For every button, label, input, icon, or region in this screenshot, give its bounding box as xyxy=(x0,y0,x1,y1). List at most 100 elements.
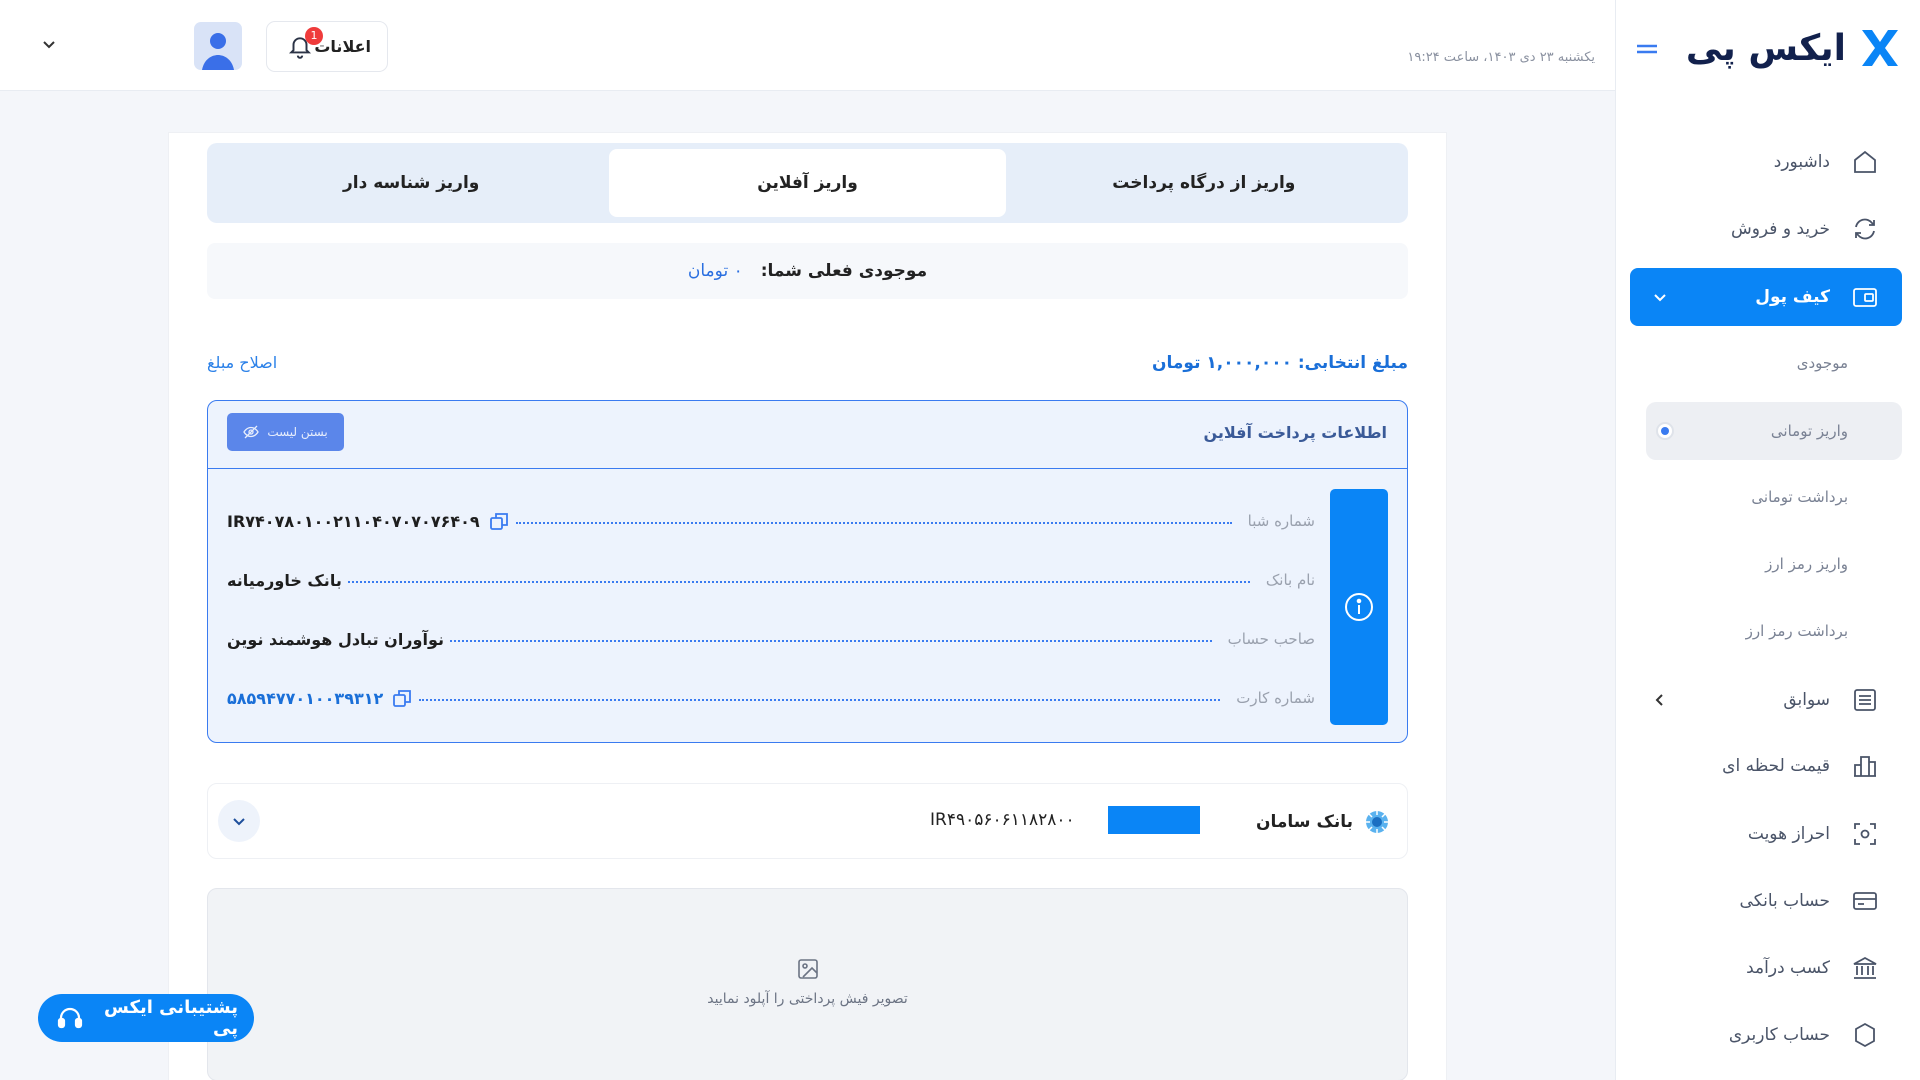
menu-toggle-icon[interactable] xyxy=(1634,38,1660,60)
chevron-down-icon xyxy=(231,813,247,829)
edit-amount-link[interactable]: اصلاح مبلغ xyxy=(207,353,277,372)
info-row-sheba: شماره شبا IR۷۴۰۷۸۰۱۰۰۲۱۱۰۴۰۷۰۷۰۷۶۴۰۹ xyxy=(227,506,1315,536)
sidebar-sub-label: واریز رمز ارز xyxy=(1765,555,1848,573)
sidebar-sub-balance[interactable]: موجودی xyxy=(1646,334,1902,392)
sidebar-item-user-account[interactable]: حساب کاربری xyxy=(1630,1007,1902,1063)
card-number-value: ۵۸۵۹۴۷۷۰۱۰۰۳۹۳۱۲ xyxy=(227,688,384,708)
info-row-card-number: شماره کارت ۵۸۵۹۴۷۷۰۱۰۰۳۹۳۱۲ xyxy=(227,683,1315,713)
sidebar-item-trade[interactable]: خرید و فروش xyxy=(1630,201,1902,257)
dotted-leader xyxy=(449,640,1212,642)
wallet-icon xyxy=(1850,282,1880,312)
close-list-label: بستن لیست xyxy=(267,425,328,439)
offline-payment-info: اطلاعات پرداخت آفلاین بستن لیست شماره شب… xyxy=(207,400,1408,743)
bank-name: بانک سامان xyxy=(1256,808,1391,836)
close-list-button[interactable]: بستن لیست xyxy=(227,413,344,451)
sidebar-item-live-price[interactable]: قیمت لحظه ای xyxy=(1630,738,1902,794)
face-scan-icon xyxy=(1850,819,1880,849)
offline-info-header: اطلاعات پرداخت آفلاین بستن لیست xyxy=(208,401,1407,469)
sidebar-sub-label: برداشت تومانی xyxy=(1751,488,1848,506)
chart-icon xyxy=(1850,751,1880,781)
bank-logo-icon xyxy=(1363,808,1391,836)
radio-indicator xyxy=(1656,422,1674,440)
upload-hint: تصویر فیش پرداختی را آپلود نمایید xyxy=(707,991,908,1007)
notifications-button[interactable]: اعلانات 1 xyxy=(266,21,388,72)
sidebar-sub-label: واریز تومانی xyxy=(1770,422,1848,440)
info-bar xyxy=(1330,489,1388,725)
sidebar-item-label: کسب درآمد xyxy=(1746,958,1830,978)
selected-amount: مبلغ انتخابی: ۱,۰۰۰,۰۰۰ تومان xyxy=(1152,353,1408,373)
sidebar-sub-crypto-deposit[interactable]: واریز رمز ارز xyxy=(1646,535,1902,593)
deposit-tabs: واریز از درگاه پرداخت واریز آفلاین واریز… xyxy=(207,143,1408,223)
dotted-leader xyxy=(347,581,1250,583)
chevron-down-icon xyxy=(1652,289,1668,305)
list-icon xyxy=(1850,685,1880,715)
info-key: شماره شبا xyxy=(1247,512,1315,530)
amount-row: مبلغ انتخابی: ۱,۰۰۰,۰۰۰ تومان اصلاح مبلغ xyxy=(207,353,1408,379)
tab-offline-deposit[interactable]: واریز آفلاین xyxy=(609,149,1006,217)
image-icon xyxy=(796,957,820,981)
copy-icon[interactable] xyxy=(488,510,510,532)
sidebar-item-label: حساب بانکی xyxy=(1739,891,1830,911)
current-balance: موجودی فعلی شما: ۰ تومان xyxy=(207,243,1408,299)
sidebar-item-kyc[interactable]: احراز هویت xyxy=(1630,806,1902,862)
sidebar-item-bank-account[interactable]: حساب بانکی xyxy=(1630,873,1902,929)
sidebar-item-earn[interactable]: کسب درآمد xyxy=(1630,940,1902,996)
refresh-icon xyxy=(1850,214,1880,244)
sidebar-sub-toman-withdraw[interactable]: برداشت تومانی xyxy=(1646,468,1902,526)
sidebar-item-dashboard[interactable]: داشبورد xyxy=(1630,134,1902,190)
sidebar-sub-crypto-withdraw[interactable]: برداشت رمز ارز xyxy=(1646,602,1902,660)
gear-icon xyxy=(1850,1020,1880,1050)
avatar[interactable] xyxy=(194,22,242,70)
bank-iban: IR۴۹۰۵۶۰۶۱۱۸۲۸۰۰ xyxy=(930,810,1075,830)
expand-button[interactable] xyxy=(218,800,260,842)
balance-value: ۰ تومان xyxy=(687,261,743,281)
chevron-left-icon xyxy=(1652,692,1668,708)
dotted-leader xyxy=(419,699,1221,701)
bank-icon xyxy=(1850,953,1880,983)
bank-selector[interactable]: بانک سامان IR۴۹۰۵۶۰۶۱۱۸۲۸۰۰ xyxy=(207,783,1408,859)
sidebar: ایکس پی داشبورد خرید و فروش کیف پول موجو… xyxy=(1615,0,1920,1080)
sidebar-item-label: قیمت لحظه ای xyxy=(1722,756,1830,776)
account-holder-value: نوآوران تبادل هوشمند نوین xyxy=(227,629,444,649)
brand-logo[interactable]: ایکس پی xyxy=(1686,26,1902,70)
date-time: یکشنبه ۲۳ دی ۱۴۰۳، ساعت ۱۹:۲۴ xyxy=(1407,50,1595,65)
eye-off-icon xyxy=(243,424,260,440)
sidebar-item-label: احراز هویت xyxy=(1747,824,1830,844)
dotted-leader xyxy=(515,522,1232,524)
redaction-mask xyxy=(1108,806,1200,834)
sidebar-item-label: حساب کاربری xyxy=(1728,1025,1830,1045)
headset-icon xyxy=(56,1004,84,1032)
tab-id-deposit[interactable]: واریز شناسه دار xyxy=(213,149,609,217)
sidebar-item-history[interactable]: سوابق xyxy=(1630,672,1902,728)
offline-info-title: اطلاعات پرداخت آفلاین xyxy=(1203,423,1388,442)
bank-name-label: بانک سامان xyxy=(1256,812,1353,832)
top-bar: یکشنبه ۲۳ دی ۱۴۰۳، ساعت ۱۹:۲۴ اعلانات 1 xyxy=(0,0,1615,91)
sidebar-item-wallet[interactable]: کیف پول xyxy=(1630,268,1902,326)
info-value: ۵۸۵۹۴۷۷۰۱۰۰۳۹۳۱۲ xyxy=(227,687,413,709)
receipt-upload-area[interactable]: تصویر فیش پرداختی را آپلود نمایید xyxy=(207,888,1408,1080)
home-icon xyxy=(1850,147,1880,177)
sidebar-item-label: داشبورد xyxy=(1773,152,1830,172)
copy-icon[interactable] xyxy=(391,687,413,709)
bank-name-value: بانک خاورمیانه xyxy=(227,570,342,590)
bell-icon: 1 xyxy=(287,26,323,61)
sheba-value: IR۷۴۰۷۸۰۱۰۰۲۱۱۰۴۰۷۰۷۰۷۶۴۰۹ xyxy=(227,511,480,531)
notifications-label: اعلانات xyxy=(314,37,371,56)
sidebar-item-label: خرید و فروش xyxy=(1730,219,1830,239)
info-key: شماره کارت xyxy=(1236,689,1315,707)
sidebar-sub-toman-deposit[interactable]: واریز تومانی xyxy=(1646,402,1902,460)
tab-gateway-deposit[interactable]: واریز از درگاه پرداخت xyxy=(1006,149,1402,217)
main-card: واریز از درگاه پرداخت واریز آفلاین واریز… xyxy=(168,132,1447,1080)
info-value: IR۷۴۰۷۸۰۱۰۰۲۱۱۰۴۰۷۰۷۰۷۶۴۰۹ xyxy=(227,510,510,532)
sidebar-sub-label: برداشت رمز ارز xyxy=(1745,622,1848,640)
info-key: نام بانک xyxy=(1265,571,1315,589)
balance-label: موجودی فعلی شما: xyxy=(760,261,928,281)
info-row-account-holder: صاحب حساب نوآوران تبادل هوشمند نوین xyxy=(227,624,1315,654)
info-key: صاحب حساب xyxy=(1227,630,1315,648)
info-icon xyxy=(1343,591,1375,623)
sidebar-item-label: سوابق xyxy=(1783,690,1830,710)
support-button[interactable]: پشتیبانی ایکس پی xyxy=(38,994,254,1042)
sidebar-sub-label: موجودی xyxy=(1796,354,1848,372)
info-row-bank-name: نام بانک بانک خاورمیانه xyxy=(227,565,1315,595)
chevron-down-icon[interactable] xyxy=(40,38,58,52)
